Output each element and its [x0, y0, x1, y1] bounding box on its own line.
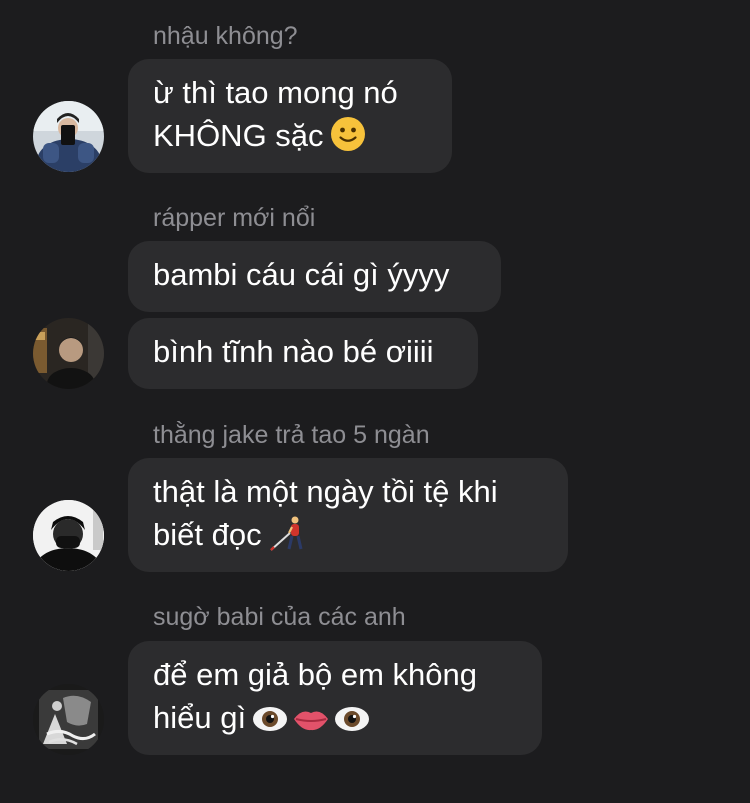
message-bubble[interactable]: bình tĩnh nào bé ơiiii [128, 318, 478, 389]
sender-name: sugờ babi của các anh [153, 603, 406, 631]
message-text-line: KHÔNG sặc [153, 114, 427, 157]
avatar[interactable] [33, 684, 104, 755]
message-bubble[interactable]: ừ thì tao mong nó KHÔNG sặc [128, 59, 452, 173]
sender-name: rápper mới nổi [153, 204, 316, 232]
mouth-icon [292, 704, 330, 734]
message-bubble[interactable]: bambi cáu cái gì ýyyy [128, 241, 501, 312]
message-text: thật là một ngày tồi tệ khi [153, 474, 498, 509]
message-text: bình tĩnh nào bé ơiiii [153, 334, 434, 369]
message-bubble[interactable]: để em giả bộ em không hiểu gì [128, 641, 542, 755]
eye-icon [252, 704, 288, 734]
avatar[interactable] [33, 500, 104, 571]
message-text-line: hiểu gì [153, 696, 517, 739]
message-bubble[interactable]: thật là một ngày tồi tệ khi biết đọc [128, 458, 568, 572]
avatar[interactable] [33, 101, 104, 172]
avatar[interactable] [33, 318, 104, 389]
message-text: ừ thì tao mong nó [153, 75, 398, 110]
sender-name: thằng jake trả tao 5 ngàn [153, 421, 430, 449]
person-with-white-cane-icon [268, 515, 308, 551]
eye-icon [334, 704, 370, 734]
message-text: bambi cáu cái gì ýyyy [153, 257, 450, 292]
slightly-smiling-face-icon [330, 116, 366, 152]
message-text: để em giả bộ em không [153, 657, 477, 692]
sender-name: nhậu không? [153, 22, 298, 50]
message-text-line: biết đọc [153, 513, 543, 556]
